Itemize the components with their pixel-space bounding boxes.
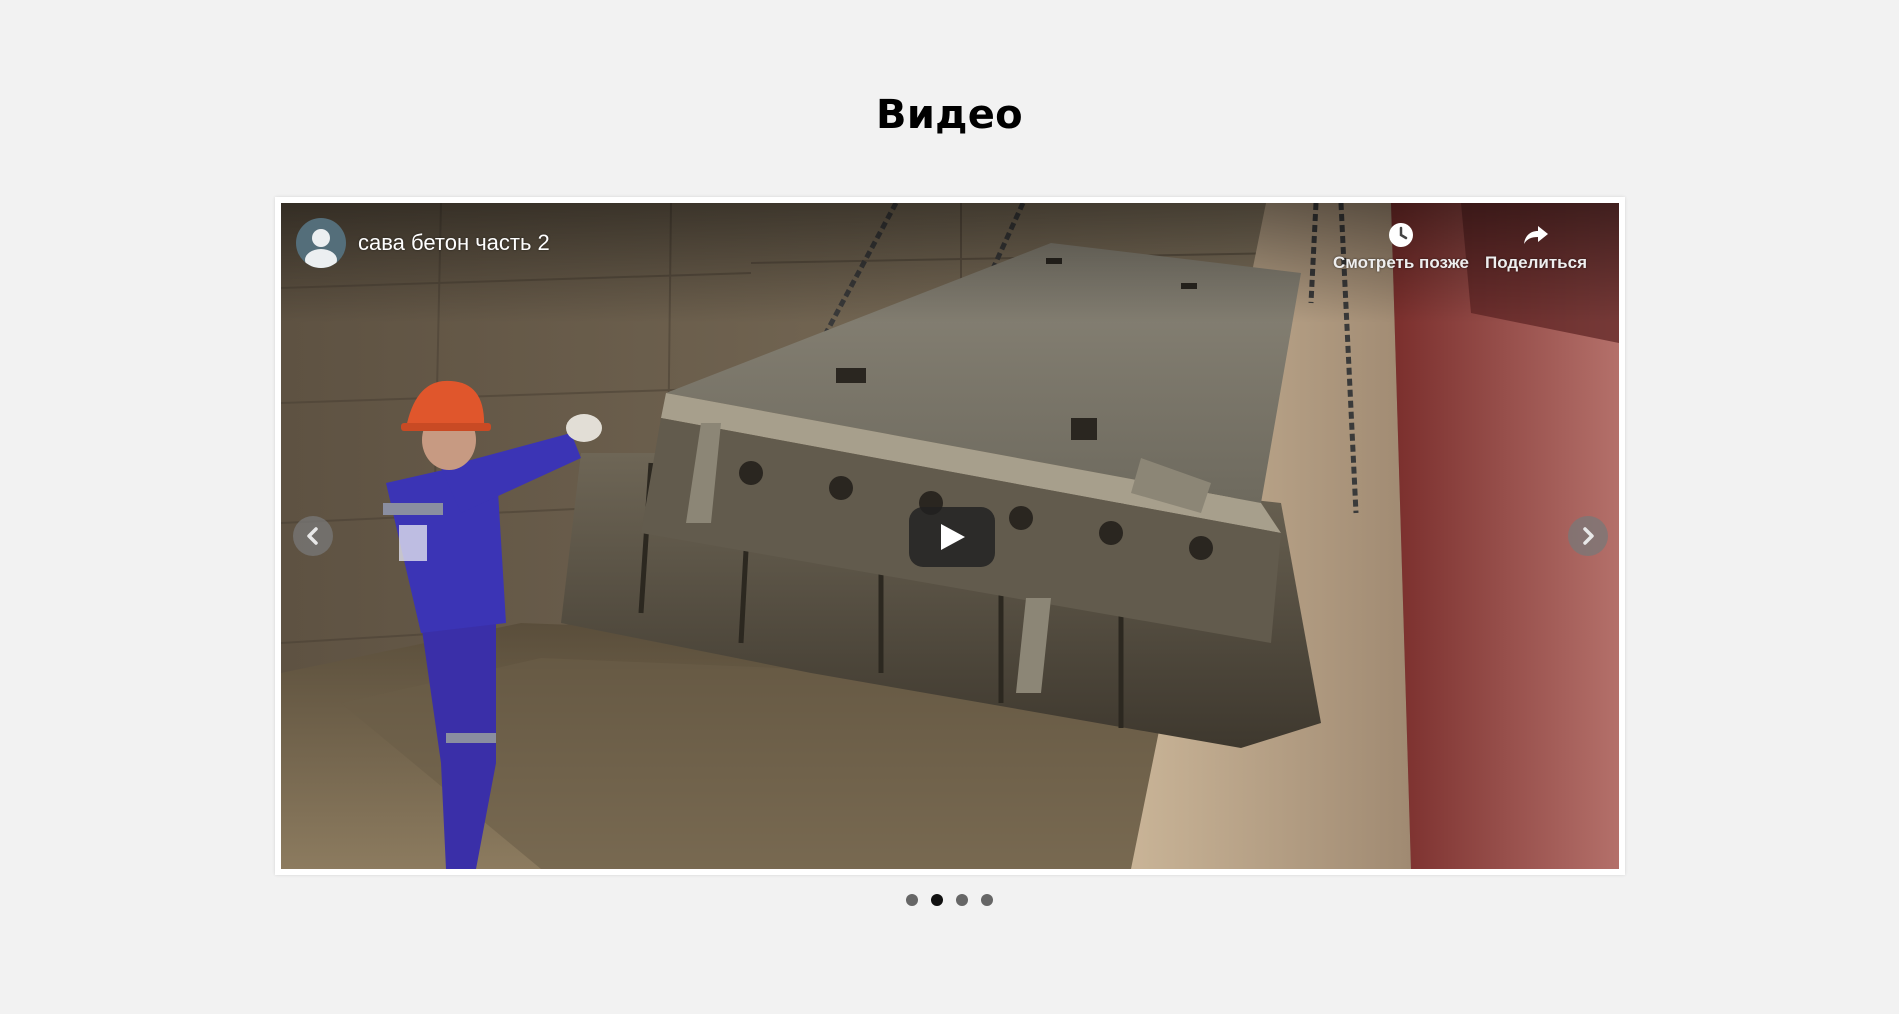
clock-icon: [1389, 223, 1413, 247]
carousel-dot[interactable]: [931, 894, 943, 906]
play-button[interactable]: [909, 507, 995, 567]
share-arrow-icon: [1524, 226, 1548, 244]
carousel-pagination: [0, 894, 1899, 906]
user-avatar-icon: [305, 229, 337, 268]
video-title[interactable]: сава бетон часть 2: [358, 230, 550, 256]
carousel-next-button[interactable]: [1568, 516, 1608, 556]
watch-later-label: Смотреть позже: [1333, 253, 1469, 272]
section-title: Видео: [876, 92, 1023, 138]
share-button[interactable]: Поделиться: [1481, 220, 1591, 273]
video-carousel-frame: сава бетон часть 2 Смотреть позже Подели…: [275, 197, 1625, 875]
carousel-dot[interactable]: [956, 894, 968, 906]
chevron-left-icon: [307, 527, 318, 545]
chevron-right-icon: [1583, 527, 1594, 545]
video-section: Видео сава бетон часть 2 Смотреть позже …: [0, 0, 1899, 1014]
video-player[interactable]: сава бетон часть 2 Смотреть позже Подели…: [281, 203, 1619, 869]
watch-later-button[interactable]: Смотреть позже: [1331, 220, 1471, 273]
carousel-dot[interactable]: [981, 894, 993, 906]
carousel-prev-button[interactable]: [293, 516, 333, 556]
channel-avatar[interactable]: [296, 218, 346, 268]
play-icon: [941, 524, 965, 550]
share-label: Поделиться: [1484, 253, 1588, 272]
carousel-dot[interactable]: [906, 894, 918, 906]
